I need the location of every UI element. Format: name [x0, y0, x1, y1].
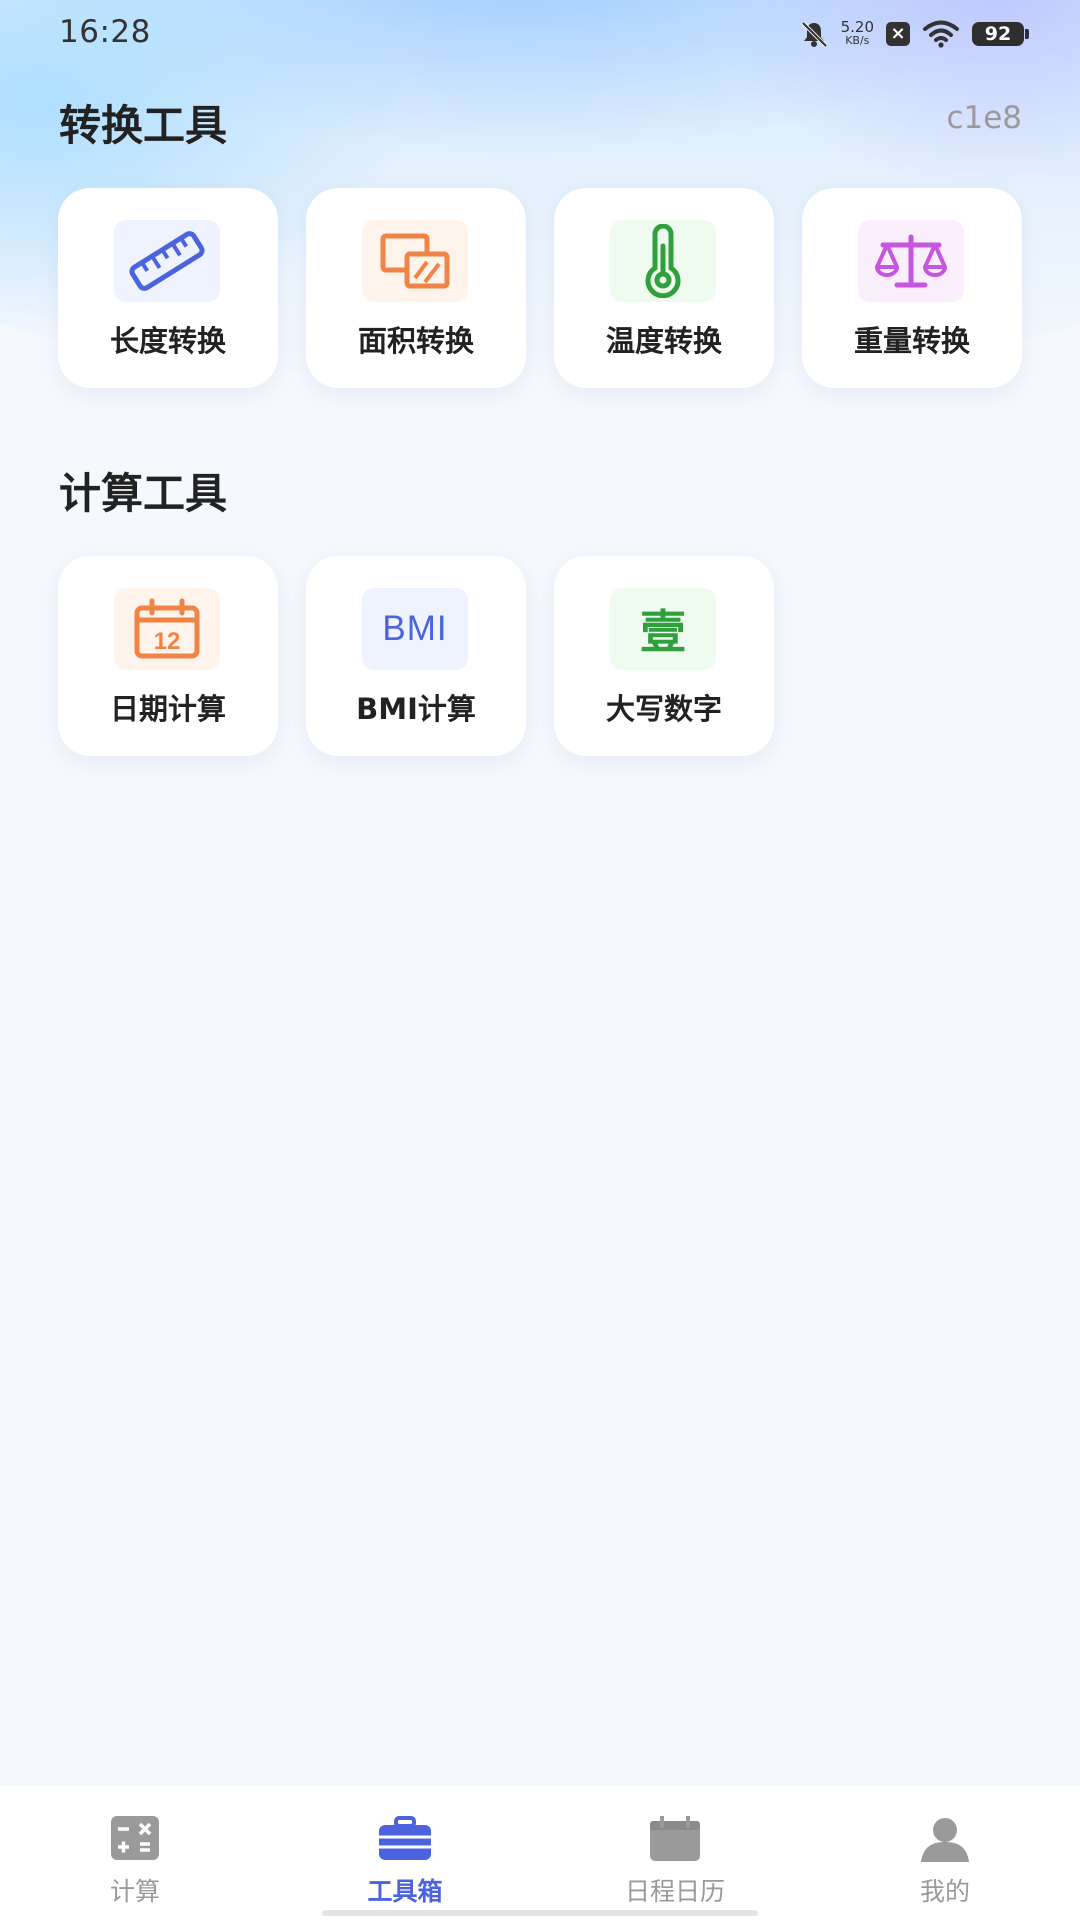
nav-label-schedule-calendar: 日程日历 — [624, 1877, 725, 1906]
network-speed: 5.20 KB/s — [841, 20, 874, 48]
area-conversion-icon-box — [362, 220, 468, 302]
conversion-tools-title: 转换工具 — [59, 101, 228, 150]
calculation-tools-grid: 12 日期计算 BMI BMI计算 壹 大写数字 — [58, 556, 774, 756]
nav-item-toolbox[interactable]: 工具箱 — [270, 1786, 540, 1920]
thermometer-icon — [645, 224, 681, 298]
bmi-icon: BMI — [382, 609, 448, 648]
nav-label-mine: 我的 — [919, 1877, 970, 1906]
capital-number-icon: 壹 — [640, 605, 686, 659]
bell-muted-icon — [801, 21, 828, 48]
person-icon — [921, 1818, 969, 1862]
corner-code: c1e8 — [946, 100, 1022, 136]
scale-icon — [875, 234, 947, 288]
length-conversion-label: 长度转换 — [109, 324, 226, 358]
capital-number-card[interactable]: 壹 大写数字 — [554, 556, 774, 756]
weight-conversion-card[interactable]: 重量转换 — [802, 188, 1022, 388]
weight-conversion-label: 重量转换 — [853, 324, 970, 358]
status-bar: 16:28 5.20 KB/s × 92 — [0, 0, 1080, 66]
calculation-tools-title: 计算工具 — [59, 469, 228, 518]
wifi-icon — [923, 20, 959, 48]
calendar-icon: 12 — [134, 598, 200, 659]
capital-number-label: 大写数字 — [605, 692, 722, 726]
status-icons: 5.20 KB/s × 92 — [799, 16, 1029, 52]
app-notification-icon: × — [886, 22, 910, 46]
network-speed-unit: KB/s — [845, 34, 870, 47]
temperature-conversion-card[interactable]: 温度转换 — [554, 188, 774, 388]
toolbox-icon — [379, 1816, 431, 1860]
temperature-conversion-label: 温度转换 — [605, 324, 722, 358]
ruler-icon — [129, 231, 205, 291]
bmi-calculation-label: BMI计算 — [356, 692, 476, 726]
status-time: 16:28 — [59, 14, 151, 50]
calendar-icon-text: 12 — [154, 628, 181, 655]
capital-number-icon-box: 壹 — [610, 588, 716, 670]
date-calculation-label: 日期计算 — [109, 692, 226, 726]
nav-item-calculate[interactable]: 计算 — [0, 1786, 270, 1920]
home-indicator[interactable] — [322, 1910, 758, 1916]
bottom-nav: 计算 工具箱 日程日历 我的 — [0, 1786, 1080, 1920]
date-calculation-icon-box: 12 — [114, 588, 220, 670]
calendar-icon — [650, 1816, 700, 1861]
calculator-icon — [111, 1816, 159, 1860]
nav-label-calculate: 计算 — [109, 1877, 160, 1906]
bmi-calculation-icon-box: BMI — [362, 588, 468, 670]
app-root: 16:28 5.20 KB/s × 92 转换工具 c1e8 长度转换 面积转换… — [0, 0, 1080, 1920]
nav-label-toolbox: 工具箱 — [367, 1877, 443, 1906]
network-speed-value: 5.20 — [840, 18, 874, 36]
nav-item-mine[interactable]: 我的 — [810, 1786, 1080, 1920]
weight-conversion-icon-box — [858, 220, 964, 302]
conversion-tools-grid: 长度转换 面积转换 温度转换 重量转换 — [58, 188, 1022, 388]
length-conversion-icon-box — [114, 220, 220, 302]
area-conversion-label: 面积转换 — [357, 324, 474, 358]
area-conversion-card[interactable]: 面积转换 — [306, 188, 526, 388]
battery-icon: 92 — [972, 22, 1029, 46]
length-conversion-card[interactable]: 长度转换 — [58, 188, 278, 388]
nav-item-schedule-calendar[interactable]: 日程日历 — [540, 1786, 810, 1920]
area-icon — [380, 233, 450, 289]
temperature-conversion-icon-box — [610, 220, 716, 302]
date-calculation-card[interactable]: 12 日期计算 — [58, 556, 278, 756]
bmi-calculation-card[interactable]: BMI BMI计算 — [306, 556, 526, 756]
